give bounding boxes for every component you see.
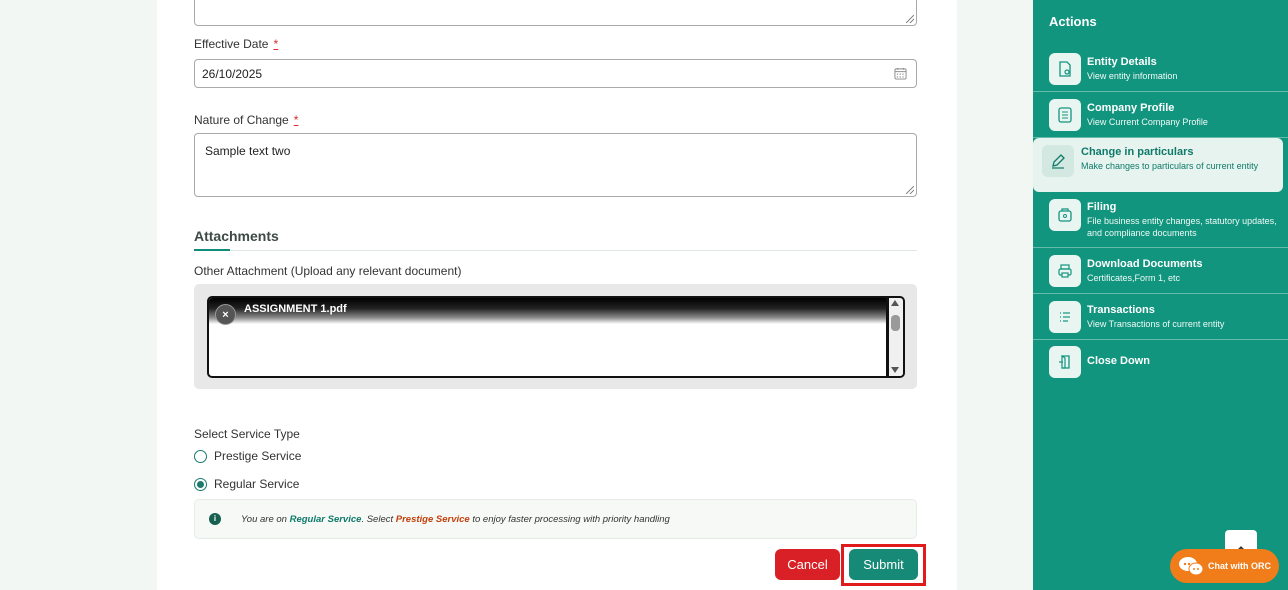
required-mark: *: [273, 37, 279, 51]
sidebar-item-description: View Current Company Profile: [1087, 117, 1208, 127]
attachments-title: Attachments: [194, 228, 279, 244]
folder-icon: [1049, 199, 1081, 231]
file-list-scrollbar[interactable]: [886, 298, 903, 376]
sidebar-item-description: Certificates,Form 1, etc: [1087, 273, 1181, 283]
sidebar-item-download-documents[interactable]: Download Documents Certificates,Form 1, …: [1033, 248, 1288, 294]
effective-date-input[interactable]: 26/10/2025: [194, 59, 917, 88]
chat-bubbles-icon: [1179, 557, 1204, 576]
prestige-service-label: Prestige Service: [214, 449, 302, 463]
regular-service-label: Regular Service: [214, 477, 300, 491]
transactions-list-icon: [1049, 301, 1081, 333]
effective-date-label: Effective Date *: [194, 37, 279, 51]
other-attachment-label: Other Attachment (Upload any relevant do…: [194, 264, 462, 278]
sidebar-item-company-profile[interactable]: Company Profile View Current Company Pro…: [1033, 92, 1288, 138]
scroll-down-icon[interactable]: [891, 367, 899, 373]
chat-label: Chat with ORC: [1208, 561, 1271, 571]
sidebar-item-description: Make changes to particulars of current e…: [1081, 161, 1259, 171]
sidebar-item-filing[interactable]: Filing File business entity changes, sta…: [1033, 192, 1288, 248]
exit-door-icon: [1049, 346, 1081, 378]
nature-of-change-value: Sample text two: [205, 144, 291, 158]
regular-service-radio[interactable]: [194, 477, 207, 491]
service-type-label: Select Service Type: [194, 427, 300, 441]
remove-file-icon[interactable]: ×: [215, 304, 236, 325]
sidebar-item-entity-details[interactable]: Entity Details View entity information: [1033, 46, 1288, 92]
sidebar-item-label: Download Documents: [1087, 258, 1203, 270]
scroll-up-icon[interactable]: [891, 300, 899, 306]
sidebar-item-label: Entity Details: [1087, 56, 1157, 68]
info-icon: i: [209, 513, 221, 525]
printer-icon: [1049, 255, 1081, 287]
service-info-box: i You are on Regular Service. Select Pre…: [194, 499, 917, 539]
sidebar-item-transactions[interactable]: Transactions View Transactions of curren…: [1033, 294, 1288, 340]
list-icon: [1049, 99, 1081, 131]
upload-dropzone[interactable]: × ASSIGNMENT 1.pdf: [194, 284, 917, 389]
effective-date-value: 26/10/2025: [202, 67, 263, 81]
prestige-service-radio[interactable]: [194, 449, 207, 463]
prestige-service-option[interactable]: Prestige Service: [194, 449, 301, 463]
sidebar-item-label: Close Down: [1087, 355, 1150, 367]
cancel-button[interactable]: Cancel: [775, 549, 840, 580]
resize-grip[interactable]: [906, 15, 914, 23]
regular-service-option[interactable]: Regular Service: [194, 477, 299, 491]
sidebar-item-label: Filing: [1087, 201, 1117, 213]
sidebar-item-close-down[interactable]: Close Down: [1033, 340, 1288, 384]
resize-grip[interactable]: [906, 186, 914, 194]
calendar-icon[interactable]: [894, 67, 907, 80]
section-divider: [194, 250, 917, 251]
service-info-text: You are on Regular Service. Select Prest…: [241, 513, 670, 525]
file-name: ASSIGNMENT 1.pdf: [244, 303, 347, 315]
submit-button[interactable]: Submit: [849, 549, 918, 580]
nature-of-change-textarea[interactable]: Sample text two: [194, 133, 917, 197]
scroll-thumb[interactable]: [891, 315, 900, 331]
sidebar-item-label: Transactions: [1087, 304, 1155, 316]
actions-sidebar: Actions Entity Details View entity infor…: [1033, 0, 1288, 590]
pencil-icon: [1042, 145, 1074, 177]
document-eye-icon: [1049, 53, 1081, 85]
sidebar-item-label: Company Profile: [1087, 102, 1175, 114]
sidebar-item-change-in-particulars[interactable]: Change in particulars Make changes to pa…: [1033, 138, 1283, 192]
nature-of-change-label: Nature of Change *: [194, 113, 299, 127]
chat-button[interactable]: Chat with ORC: [1170, 549, 1279, 583]
file-list: × ASSIGNMENT 1.pdf: [207, 296, 905, 378]
sidebar-item-label: Change in particulars: [1081, 146, 1194, 158]
sidebar-item-description: File business entity changes, statutory …: [1087, 216, 1277, 238]
required-mark: *: [293, 113, 299, 127]
sidebar-item-description: View Transactions of current entity: [1087, 319, 1225, 329]
sidebar-title: Actions: [1049, 14, 1097, 29]
sidebar-item-description: View entity information: [1087, 71, 1178, 81]
section-accent-bar: [194, 249, 230, 251]
previous-textarea[interactable]: [194, 0, 917, 26]
